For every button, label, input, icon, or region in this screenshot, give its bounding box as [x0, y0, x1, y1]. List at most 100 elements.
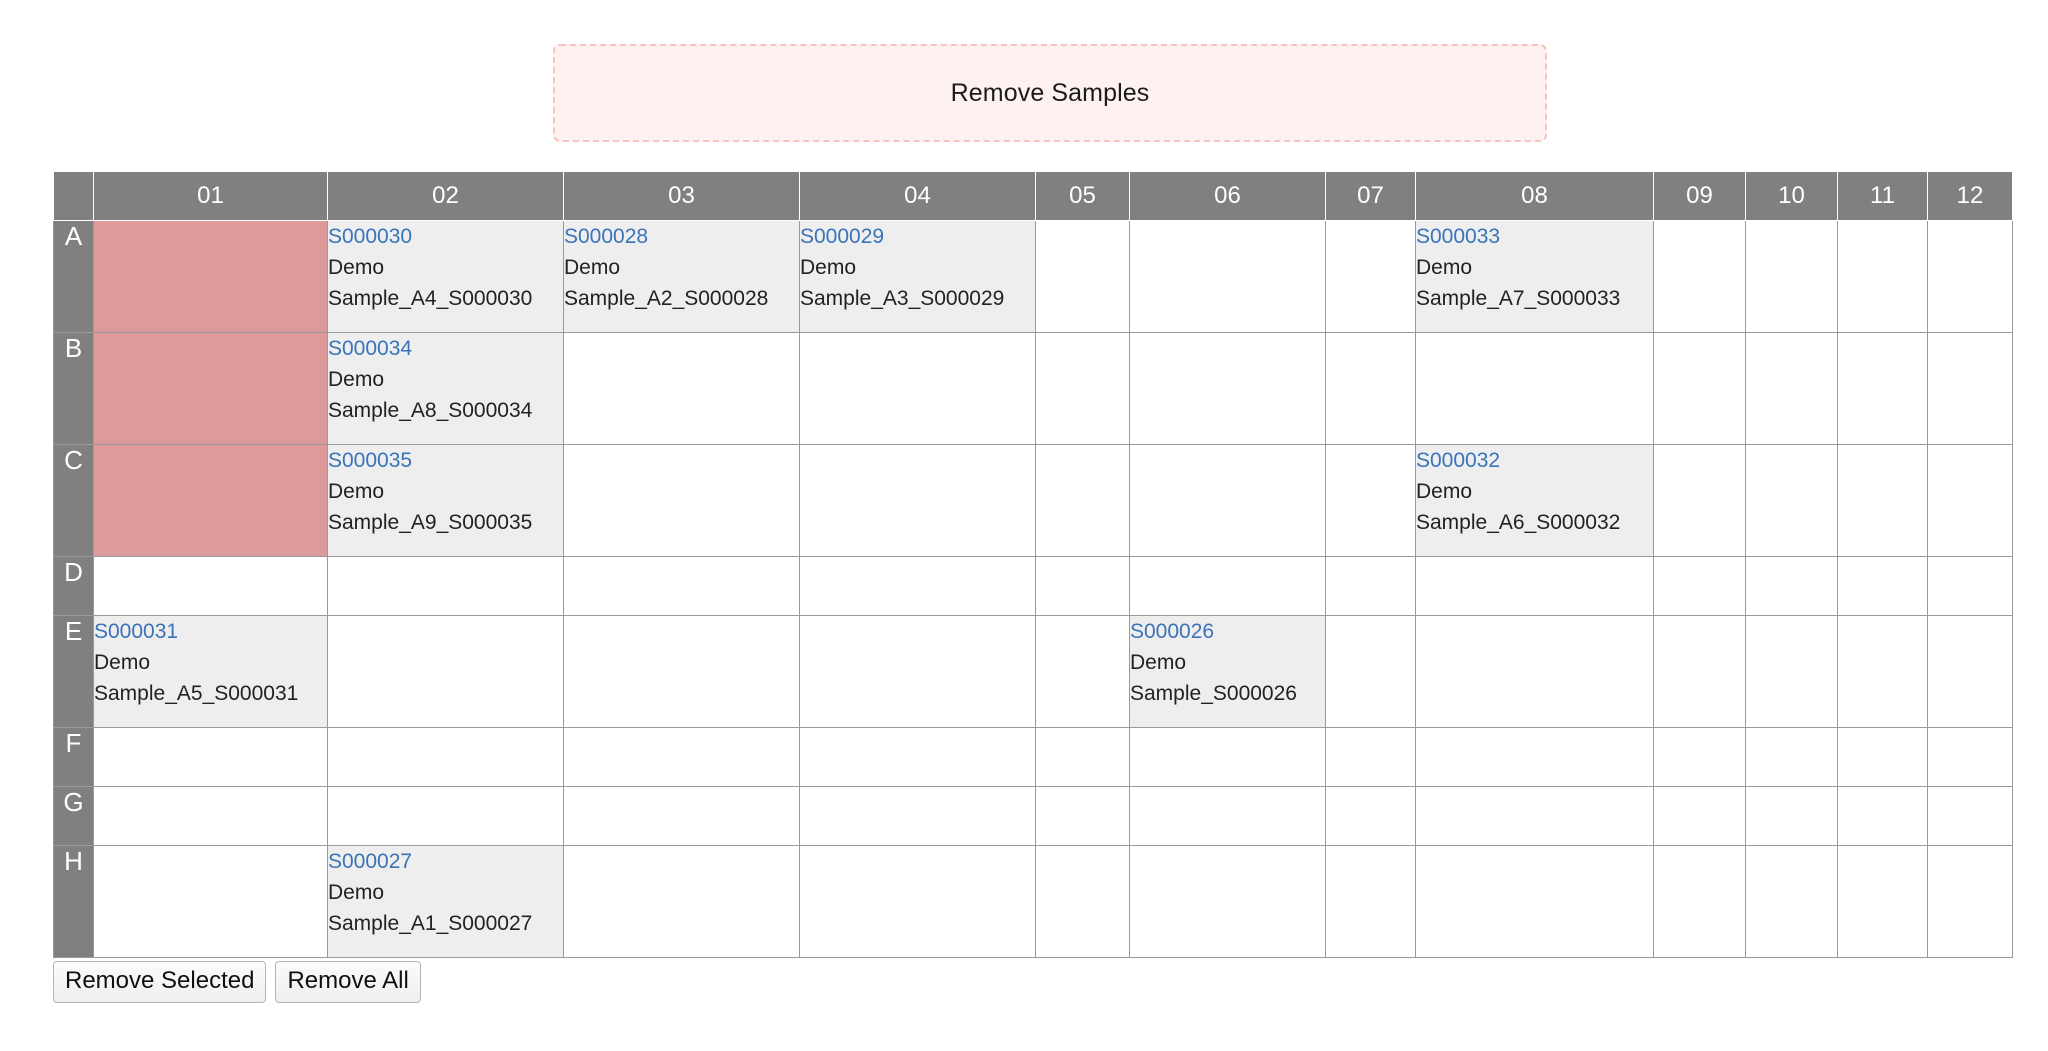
well-G02[interactable]	[327, 786, 564, 846]
well-A07[interactable]	[1325, 220, 1416, 333]
well-G09[interactable]	[1653, 786, 1746, 846]
well-D12[interactable]	[1927, 556, 2013, 616]
well-E06[interactable]: S000026 Demo Sample_S000026	[1129, 615, 1326, 728]
well-D06[interactable]	[1129, 556, 1326, 616]
well-A05[interactable]	[1035, 220, 1130, 333]
well-H05[interactable]	[1035, 845, 1130, 958]
well-A09[interactable]	[1653, 220, 1746, 333]
well-C03[interactable]	[563, 444, 800, 557]
well-D01[interactable]	[93, 556, 328, 616]
well-D09[interactable]	[1653, 556, 1746, 616]
well-H01[interactable]	[93, 845, 328, 958]
well-E01[interactable]: S000031 Demo Sample_A5_S000031	[93, 615, 328, 728]
well-G11[interactable]	[1837, 786, 1928, 846]
well-A04[interactable]: S000029 Demo Sample_A3_S000029	[799, 220, 1036, 333]
well-F06[interactable]	[1129, 727, 1326, 787]
well-D03[interactable]	[563, 556, 800, 616]
remove-samples-dropzone[interactable]: Remove Samples	[553, 44, 1547, 142]
well-E09[interactable]	[1653, 615, 1746, 728]
well-D02[interactable]	[327, 556, 564, 616]
well-G06[interactable]	[1129, 786, 1326, 846]
well-C06[interactable]	[1129, 444, 1326, 557]
well-B08[interactable]	[1415, 332, 1654, 445]
well-sample-id[interactable]: S000030	[328, 221, 563, 252]
well-H12[interactable]	[1927, 845, 2013, 958]
well-D10[interactable]	[1745, 556, 1838, 616]
well-F04[interactable]	[799, 727, 1036, 787]
plate-column-header-12[interactable]: 12	[1927, 171, 2013, 221]
plate-row-header-D[interactable]: D	[53, 556, 94, 616]
well-C10[interactable]	[1745, 444, 1838, 557]
well-G05[interactable]	[1035, 786, 1130, 846]
well-B06[interactable]	[1129, 332, 1326, 445]
well-C08[interactable]: S000032 Demo Sample_A6_S000032	[1415, 444, 1654, 557]
remove-all-button[interactable]: Remove All	[275, 961, 421, 1003]
plate-column-header-08[interactable]: 08	[1415, 171, 1654, 221]
plate-column-header-07[interactable]: 07	[1325, 171, 1416, 221]
well-A01[interactable]	[93, 220, 328, 333]
well-G12[interactable]	[1927, 786, 2013, 846]
well-E08[interactable]	[1415, 615, 1654, 728]
well-sample-id[interactable]: S000035	[328, 445, 563, 476]
plate-column-header-05[interactable]: 05	[1035, 171, 1130, 221]
well-A11[interactable]	[1837, 220, 1928, 333]
well-E07[interactable]	[1325, 615, 1416, 728]
well-C11[interactable]	[1837, 444, 1928, 557]
well-E05[interactable]	[1035, 615, 1130, 728]
well-B01[interactable]	[93, 332, 328, 445]
plate-row-header-H[interactable]: H	[53, 845, 94, 958]
well-D04[interactable]	[799, 556, 1036, 616]
well-E03[interactable]	[563, 615, 800, 728]
well-D11[interactable]	[1837, 556, 1928, 616]
well-E02[interactable]	[327, 615, 564, 728]
well-sample-id[interactable]: S000028	[564, 221, 799, 252]
well-B10[interactable]	[1745, 332, 1838, 445]
well-A02[interactable]: S000030 Demo Sample_A4_S000030	[327, 220, 564, 333]
well-E10[interactable]	[1745, 615, 1838, 728]
well-F05[interactable]	[1035, 727, 1130, 787]
plate-column-header-10[interactable]: 10	[1745, 171, 1838, 221]
well-H11[interactable]	[1837, 845, 1928, 958]
well-sample-id[interactable]: S000032	[1416, 445, 1653, 476]
plate-row-header-E[interactable]: E	[53, 615, 94, 728]
well-sample-id[interactable]: S000026	[1130, 616, 1325, 647]
well-E12[interactable]	[1927, 615, 2013, 728]
well-H10[interactable]	[1745, 845, 1838, 958]
well-F12[interactable]	[1927, 727, 2013, 787]
plate-column-header-06[interactable]: 06	[1129, 171, 1326, 221]
well-E11[interactable]	[1837, 615, 1928, 728]
plate-row-header-C[interactable]: C	[53, 444, 94, 557]
well-C05[interactable]	[1035, 444, 1130, 557]
well-H06[interactable]	[1129, 845, 1326, 958]
well-B03[interactable]	[563, 332, 800, 445]
well-H02[interactable]: S000027 Demo Sample_A1_S000027	[327, 845, 564, 958]
well-A08[interactable]: S000033 Demo Sample_A7_S000033	[1415, 220, 1654, 333]
well-G04[interactable]	[799, 786, 1036, 846]
well-G07[interactable]	[1325, 786, 1416, 846]
well-H09[interactable]	[1653, 845, 1746, 958]
well-sample-id[interactable]: S000033	[1416, 221, 1653, 252]
well-C09[interactable]	[1653, 444, 1746, 557]
well-A12[interactable]	[1927, 220, 2013, 333]
well-B05[interactable]	[1035, 332, 1130, 445]
well-B09[interactable]	[1653, 332, 1746, 445]
well-F01[interactable]	[93, 727, 328, 787]
well-sample-id[interactable]: S000027	[328, 846, 563, 877]
plate-row-header-B[interactable]: B	[53, 332, 94, 445]
well-B07[interactable]	[1325, 332, 1416, 445]
well-H04[interactable]	[799, 845, 1036, 958]
well-D07[interactable]	[1325, 556, 1416, 616]
well-C01[interactable]	[93, 444, 328, 557]
well-A06[interactable]	[1129, 220, 1326, 333]
well-B02[interactable]: S000034 Demo Sample_A8_S000034	[327, 332, 564, 445]
well-C12[interactable]	[1927, 444, 2013, 557]
well-F07[interactable]	[1325, 727, 1416, 787]
well-E04[interactable]	[799, 615, 1036, 728]
well-H08[interactable]	[1415, 845, 1654, 958]
plate-column-header-11[interactable]: 11	[1837, 171, 1928, 221]
plate-row-header-A[interactable]: A	[53, 220, 94, 333]
well-A10[interactable]	[1745, 220, 1838, 333]
well-D08[interactable]	[1415, 556, 1654, 616]
well-sample-id[interactable]: S000029	[800, 221, 1035, 252]
well-C02[interactable]: S000035 Demo Sample_A9_S000035	[327, 444, 564, 557]
